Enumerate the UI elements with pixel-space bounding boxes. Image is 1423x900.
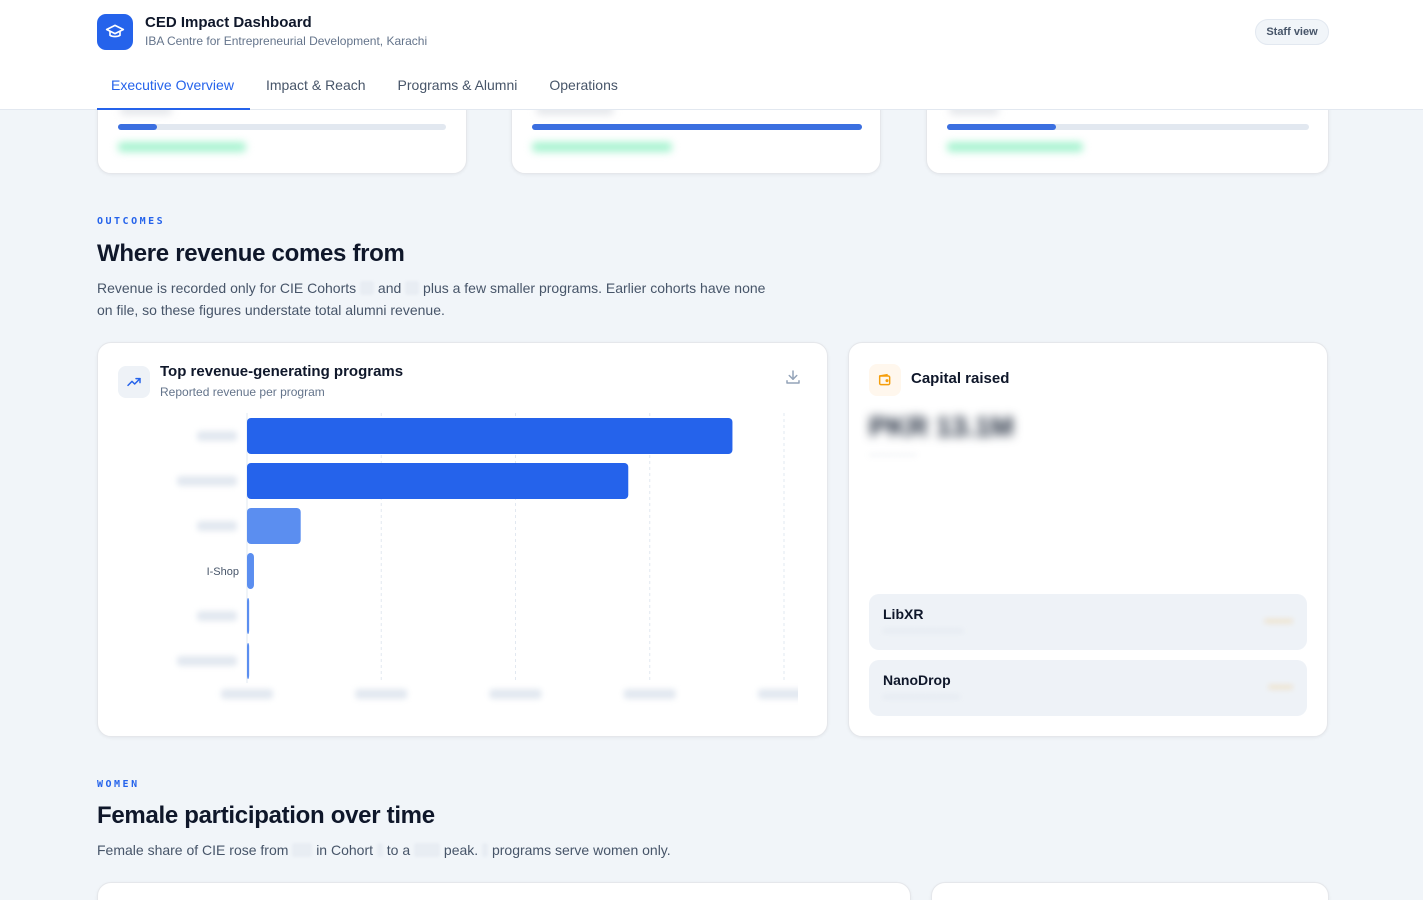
staff-view-button[interactable]: Staff view xyxy=(1255,19,1329,45)
app-title: CED Impact Dashboard xyxy=(145,14,312,31)
tab-executive-overview[interactable]: Executive Overview xyxy=(97,64,250,110)
chart-bar xyxy=(247,553,254,589)
chart-category-label-obscured xyxy=(177,476,237,486)
wallet-icon xyxy=(869,364,901,396)
kpi-progress-track xyxy=(947,124,1309,130)
capital-row-amount-obscured: ······ xyxy=(1269,680,1293,694)
women-programs-card xyxy=(931,882,1329,900)
lead-text: on file, so these figures understate tot… xyxy=(97,302,445,318)
lead-text: peak. xyxy=(443,842,479,858)
top-bar: CED Impact Dashboard IBA Centre for Entr… xyxy=(0,0,1423,110)
kpi-note-obscured xyxy=(532,142,672,152)
kpi-progress-fill xyxy=(532,124,862,130)
lead-text: to a xyxy=(386,842,411,858)
chart-category-label-obscured xyxy=(197,611,237,621)
kpi-progress-fill xyxy=(118,124,158,130)
revenue-bar-chart: I-Shop xyxy=(177,413,798,699)
chart-category-label-obscured xyxy=(197,431,237,441)
obscured-value xyxy=(360,281,375,295)
chart-bar xyxy=(247,463,629,499)
x-tick-label-obscured xyxy=(623,689,676,699)
chart-category-label-obscured xyxy=(177,656,237,666)
capital-row-amount-obscured: ······· xyxy=(1265,614,1293,628)
chart-bar xyxy=(247,418,733,454)
capital-row-meta-obscured: ····················· xyxy=(883,691,960,703)
lead-text: Female share of CIE rose from xyxy=(97,842,289,858)
female-participation-card xyxy=(97,882,911,900)
obscured-value xyxy=(482,843,489,857)
chart-subtitle: Reported revenue per program xyxy=(160,385,325,399)
section-lead: Revenue is recorded only for CIE Cohorts… xyxy=(97,277,765,321)
kpi-progress-track xyxy=(532,124,862,130)
chart-bar xyxy=(247,508,301,544)
capital-total-obscured: PKR 13.1M xyxy=(869,411,1014,442)
obscured-value xyxy=(414,843,441,857)
lead-text: plus a few smaller programs. Earlier coh… xyxy=(423,280,766,296)
chart-category-label-obscured xyxy=(197,521,237,531)
lead-text: Revenue is recorded only for CIE Cohorts xyxy=(97,280,357,296)
graduation-cap-icon[interactable] xyxy=(97,14,133,50)
capital-row-meta-obscured: ······················ xyxy=(883,625,964,637)
x-tick-label-obscured xyxy=(221,689,273,699)
revenue-chart-card: Top revenue-generating programs Reported… xyxy=(97,342,828,737)
obscured-value xyxy=(405,281,420,295)
lead-text: programs serve women only. xyxy=(491,842,671,858)
kpi-note-obscured xyxy=(947,142,1083,152)
trending-up-icon xyxy=(118,366,150,398)
section-lead: Female share of CIE rose from in Cohort … xyxy=(97,839,671,861)
kpi-progress-track xyxy=(118,124,446,130)
chart-title: Top revenue-generating programs xyxy=(160,363,404,380)
obscured-value xyxy=(292,843,313,857)
chart-bar xyxy=(247,598,250,634)
nav-tabs: Executive Overview Impact & Reach Progra… xyxy=(97,64,634,110)
tab-operations[interactable]: Operations xyxy=(533,64,633,110)
lead-text: in Cohort xyxy=(316,842,373,858)
app-subtitle: IBA Centre for Entrepreneurial Developme… xyxy=(145,34,428,48)
chart-bar xyxy=(247,643,250,679)
tab-programs-alumni[interactable]: Programs & Alumni xyxy=(382,64,534,110)
x-tick-label-obscured xyxy=(355,689,408,699)
capital-total-caption-obscured: ············· xyxy=(869,449,917,461)
section-heading: Female participation over time xyxy=(97,802,435,829)
obscured-value xyxy=(376,843,383,857)
section-eyebrow: WOMEN xyxy=(97,779,140,790)
capital-title: Capital raised xyxy=(911,370,1010,387)
capital-raised-card: Capital raised PKR 13.1M ············· L… xyxy=(848,342,1328,737)
section-heading: Where revenue comes from xyxy=(97,240,405,267)
capital-row[interactable]: LibXR ······················ ······· xyxy=(869,594,1307,650)
kpi-progress-fill xyxy=(947,124,1056,130)
chart-category-label: I-Shop xyxy=(207,566,239,578)
capital-row-name: NanoDrop xyxy=(883,672,951,688)
section-eyebrow: OUTCOMES xyxy=(97,216,166,227)
x-tick-label-obscured xyxy=(758,689,798,699)
lead-text: and xyxy=(377,280,402,296)
download-icon[interactable] xyxy=(784,368,804,388)
tab-impact-reach[interactable]: Impact & Reach xyxy=(250,64,382,110)
x-tick-label-obscured xyxy=(489,689,542,699)
capital-row[interactable]: NanoDrop ····················· ······ xyxy=(869,660,1307,716)
capital-row-name: LibXR xyxy=(883,606,924,622)
kpi-note-obscured xyxy=(118,142,246,152)
